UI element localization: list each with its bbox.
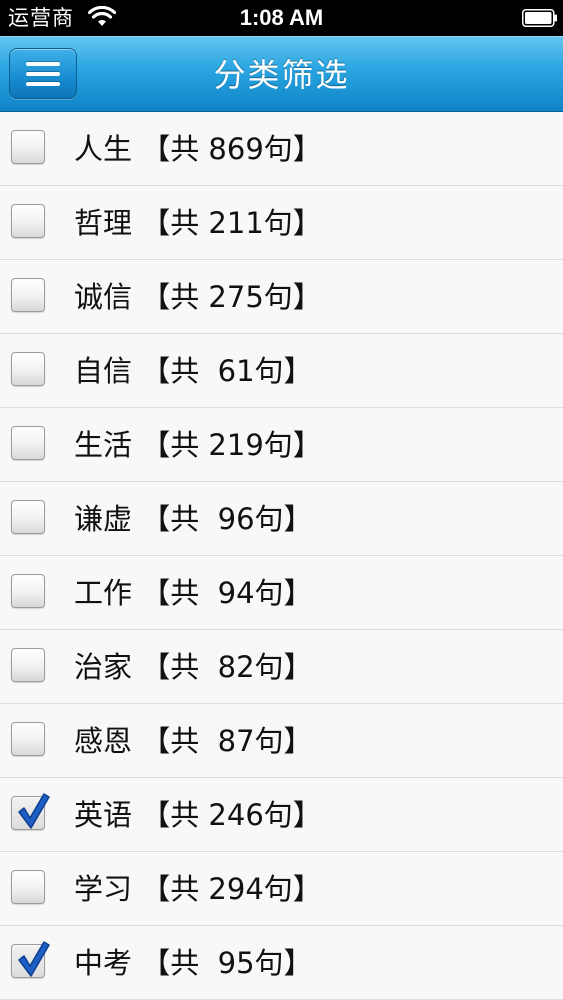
status-bar: 运营商 1:08 AM	[0, 0, 563, 36]
category-label: 哲理 【共 211句】	[74, 206, 322, 240]
category-label: 治家 【共 82句】	[74, 650, 313, 684]
category-row[interactable]: 学习 【共 294句】	[0, 852, 563, 926]
category-checkbox[interactable]	[11, 204, 45, 238]
category-checkbox[interactable]	[11, 941, 50, 978]
category-row[interactable]: 哲理 【共 211句】	[0, 186, 563, 260]
category-label: 谦虚 【共 96句】	[74, 502, 313, 536]
category-checkbox[interactable]	[11, 648, 45, 682]
status-time: 1:08 AM	[239, 5, 324, 30]
category-checkbox[interactable]	[11, 130, 45, 164]
category-row[interactable]: 自信 【共 61句】	[0, 334, 563, 408]
category-row[interactable]: 生活 【共 219句】	[0, 408, 563, 482]
page-title: 分类筛选	[213, 56, 350, 94]
category-label: 自信 【共 61句】	[74, 354, 313, 388]
battery-icon	[522, 9, 557, 27]
category-label: 工作 【共 94句】	[74, 576, 313, 610]
category-label: 学习 【共 294句】	[74, 872, 322, 906]
category-row[interactable]: 人生 【共 869句】	[0, 112, 563, 186]
category-row[interactable]: 英语 【共 246句】	[0, 778, 563, 852]
category-checkbox[interactable]	[11, 352, 45, 386]
category-checkbox[interactable]	[11, 426, 45, 460]
category-checkbox[interactable]	[11, 722, 45, 756]
navigation-bar: 分类筛选	[0, 36, 563, 112]
category-checkbox[interactable]	[11, 793, 50, 830]
hamburger-menu-icon	[26, 62, 60, 86]
category-label: 诚信 【共 275句】	[74, 280, 322, 314]
category-label: 中考 【共 95句】	[74, 946, 313, 980]
category-row[interactable]: 感恩 【共 87句】	[0, 704, 563, 778]
checkmark-icon	[18, 941, 50, 977]
category-row[interactable]: 谦虚 【共 96句】	[0, 482, 563, 556]
category-list: 人生 【共 869句】 哲理 【共 211句】 诚信 【共 275句】 自信 【共 6…	[0, 112, 563, 1000]
menu-button[interactable]	[9, 48, 77, 99]
category-checkbox[interactable]	[11, 278, 45, 312]
category-checkbox[interactable]	[11, 500, 45, 534]
category-label: 英语 【共 246句】	[74, 798, 322, 832]
category-label: 感恩 【共 87句】	[74, 724, 313, 758]
category-row[interactable]: 工作 【共 94句】	[0, 556, 563, 630]
category-row[interactable]: 中考 【共 95句】	[0, 926, 563, 1000]
checkmark-icon	[18, 793, 50, 829]
category-label: 生活 【共 219句】	[74, 428, 322, 462]
category-label: 人生 【共 869句】	[74, 132, 322, 166]
category-row[interactable]: 诚信 【共 275句】	[0, 260, 563, 334]
category-row[interactable]: 治家 【共 82句】	[0, 630, 563, 704]
category-checkbox[interactable]	[11, 574, 45, 608]
category-checkbox[interactable]	[11, 870, 45, 904]
